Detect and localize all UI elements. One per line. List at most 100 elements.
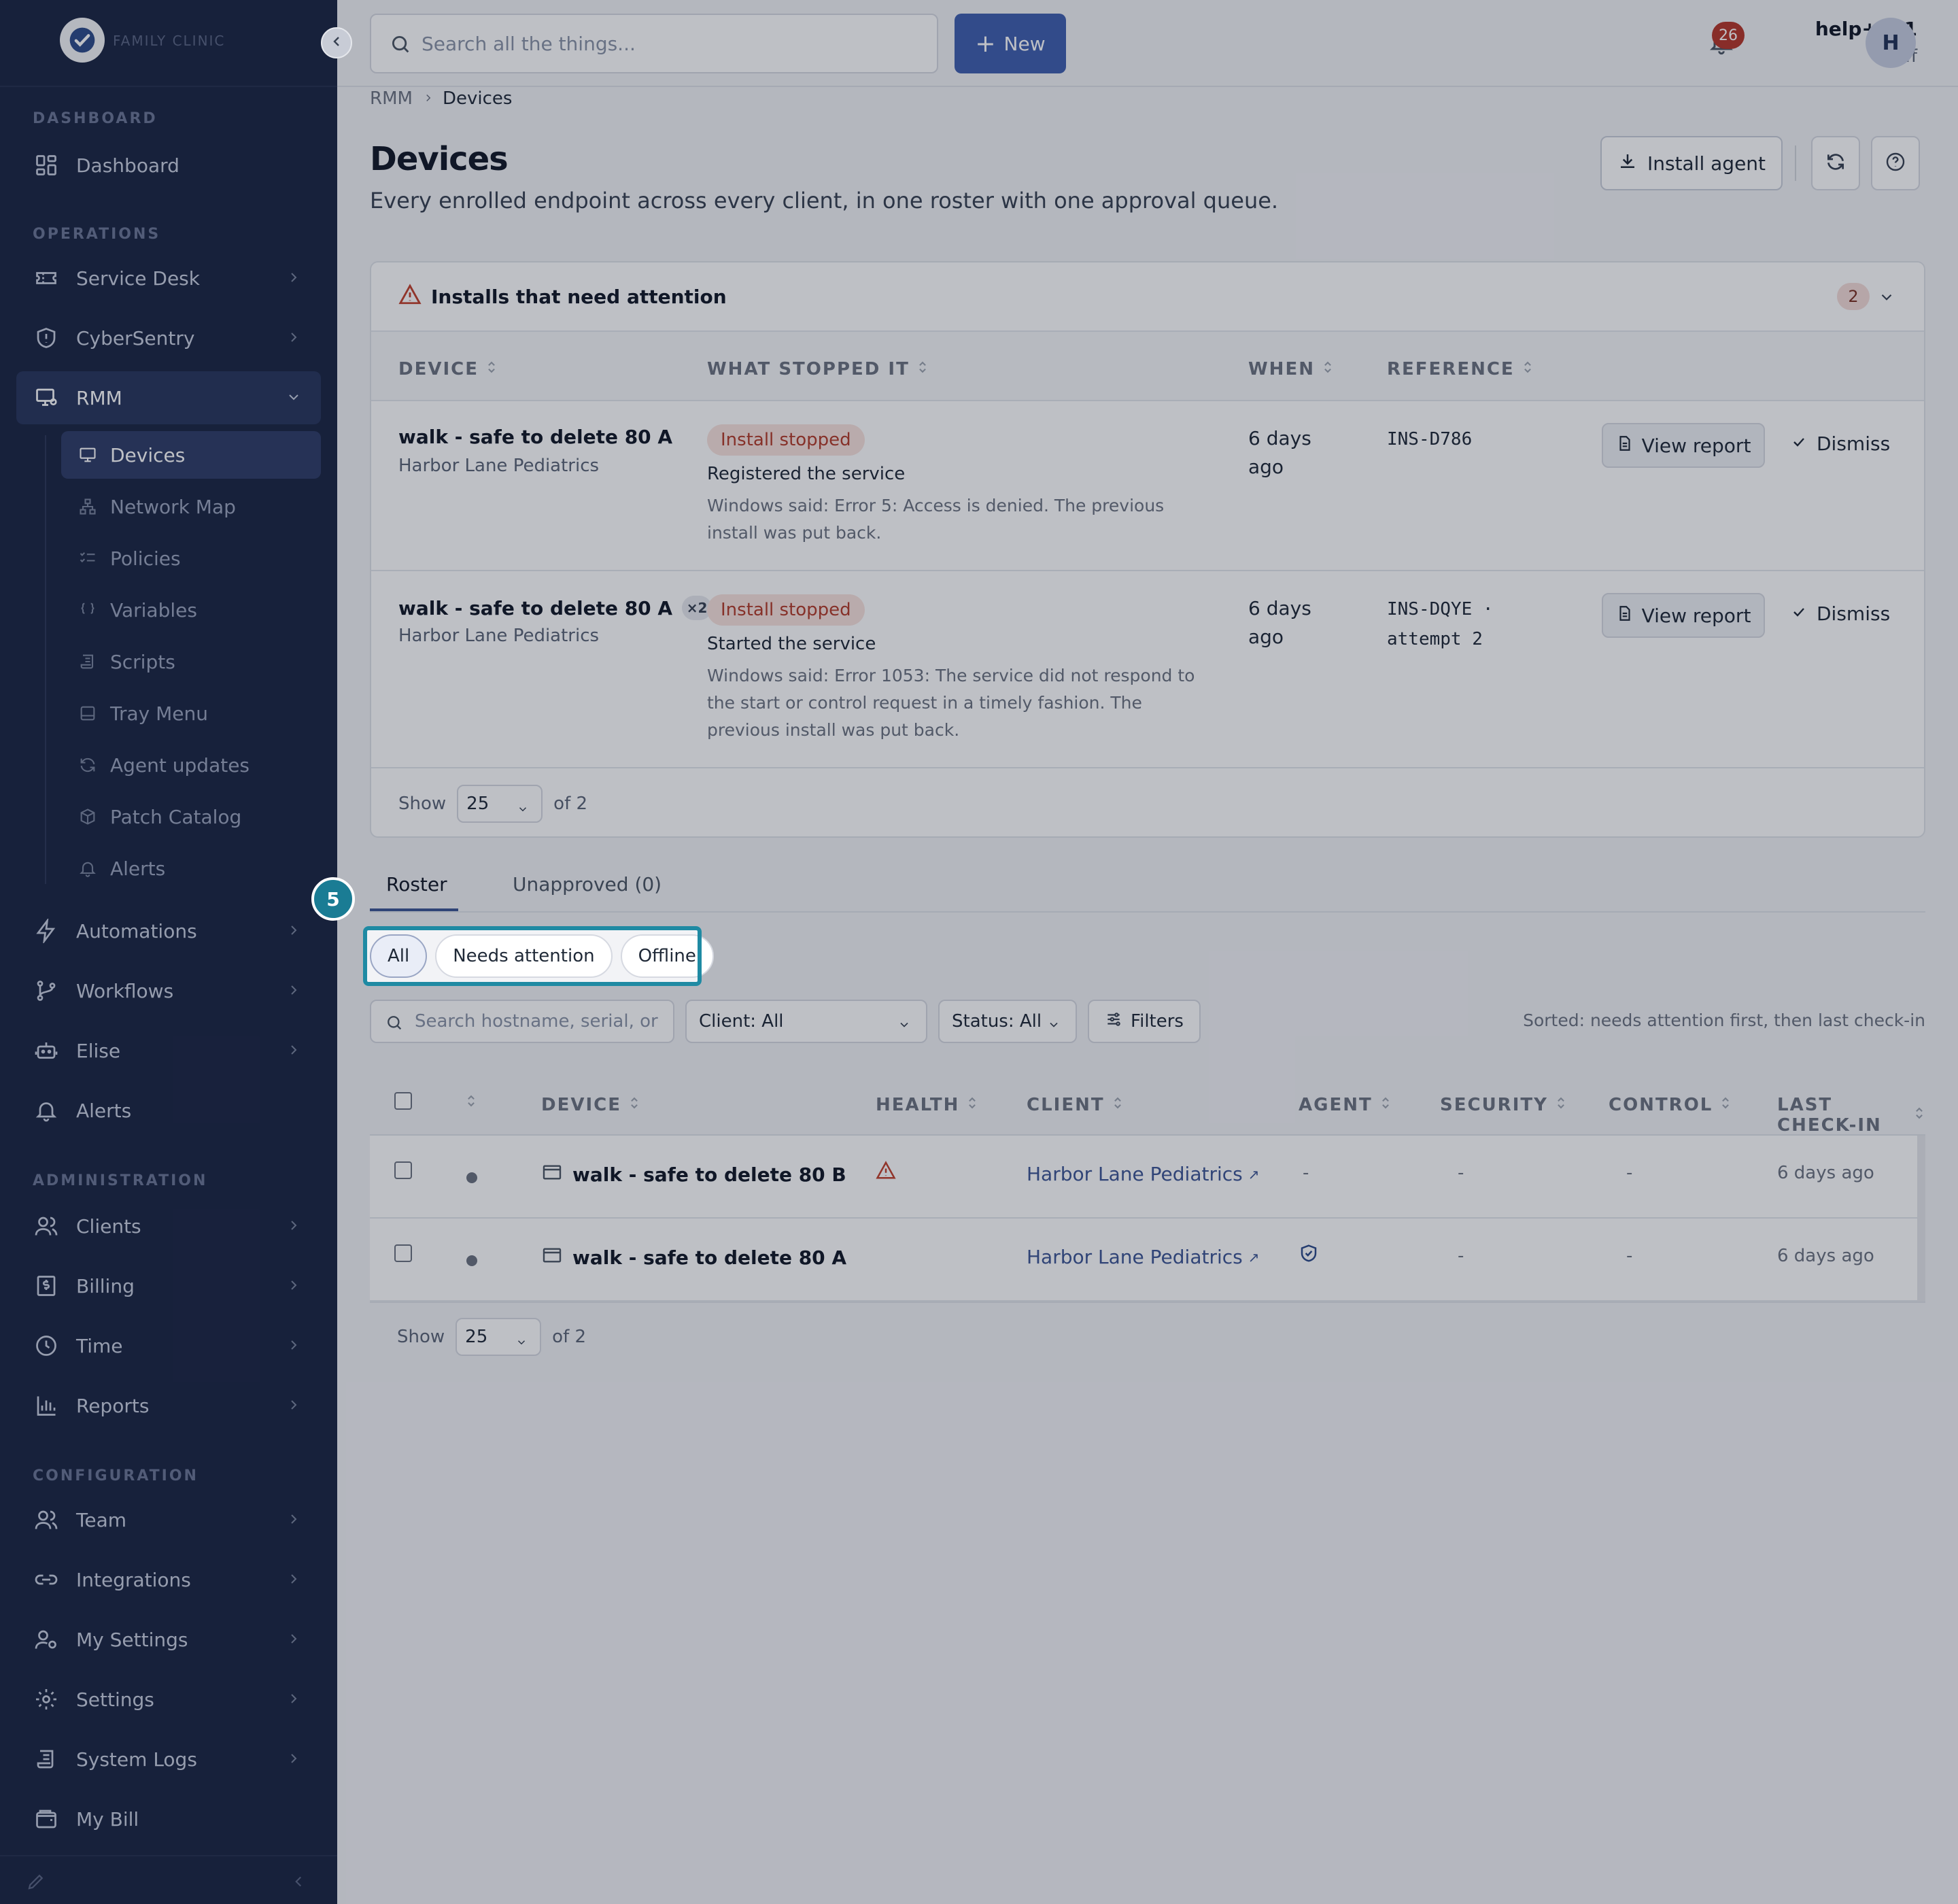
device-link[interactable]: walk - safe to delete 80 A: [541, 1244, 846, 1271]
sidebar-item-my-bill[interactable]: My Bill: [16, 1792, 321, 1846]
sidebar-item-my-settings[interactable]: My Settings: [16, 1613, 321, 1666]
client-filter-select[interactable]: Client: All: [685, 1000, 927, 1043]
tab-roster[interactable]: Roster: [386, 873, 447, 896]
braces-icon: [78, 600, 98, 620]
sort-icon: [1913, 1105, 1925, 1125]
status-filter-select[interactable]: Status: All: [938, 1000, 1077, 1043]
chevron-down-icon[interactable]: [1878, 288, 1895, 309]
attention-card-header[interactable]: Installs that need attention: [371, 262, 1924, 330]
global-search-input[interactable]: Search all the things...: [370, 14, 938, 73]
sort-icon[interactable]: [465, 1093, 477, 1111]
sidebar-item-workflows[interactable]: Workflows: [16, 964, 321, 1017]
client-link[interactable]: Harbor Lane Pediatrics ↗: [1027, 1246, 1260, 1268]
view-report-button[interactable]: View report: [1602, 593, 1765, 638]
chevron-right-icon: [286, 328, 302, 350]
external-link-icon: ↗: [1248, 1248, 1260, 1265]
column-header-device[interactable]: DEVICE: [541, 1095, 640, 1115]
logo[interactable]: [60, 18, 105, 63]
column-header-control[interactable]: CONTROL: [1609, 1095, 1732, 1115]
sidebar-item-settings[interactable]: Settings: [16, 1673, 321, 1726]
dismiss-button[interactable]: Dismiss: [1791, 602, 1890, 625]
sidebar-subitem-label: Devices: [110, 443, 186, 466]
column-label: REFERENCE: [1387, 359, 1515, 379]
sidebar-subitem-agent-updates[interactable]: Agent updates: [61, 741, 321, 789]
sidebar-item-alerts[interactable]: Alerts: [16, 1084, 321, 1137]
sidebar-item-clients[interactable]: Clients: [16, 1200, 321, 1253]
sidebar-item-label: Team: [76, 1508, 127, 1531]
sidebar-item-system-logs[interactable]: System Logs: [16, 1733, 321, 1786]
sidebar-collapse-button[interactable]: [321, 27, 352, 58]
status-badge: Install stopped: [707, 424, 865, 456]
breadcrumb-rmm[interactable]: RMM: [370, 88, 413, 109]
page-size-select[interactable]: 25: [457, 785, 543, 823]
column-header-reference[interactable]: REFERENCE: [1387, 359, 1534, 379]
sidebar-subitem-alerts[interactable]: Alerts: [61, 845, 321, 892]
sort-icon: [1719, 1095, 1732, 1115]
search-icon: [389, 33, 412, 61]
sidebar-subitem-scripts[interactable]: Scripts: [61, 638, 321, 685]
device-name-group[interactable]: walk - safe to delete 80 A ×2: [398, 596, 712, 620]
sidebar-subitem-variables[interactable]: Variables: [61, 586, 321, 634]
roster-search-input[interactable]: Search hostname, serial, or: [370, 1000, 674, 1043]
chevron-right-icon: [286, 1749, 302, 1771]
sort-icon: [1112, 1095, 1124, 1115]
sidebar-item-time[interactable]: Time: [16, 1319, 321, 1372]
install-agent-label: Install agent: [1647, 152, 1766, 175]
column-label: AGENT: [1299, 1095, 1373, 1115]
sidebar-item-label: Elise: [76, 1039, 121, 1062]
filters-button[interactable]: Filters: [1088, 1000, 1201, 1043]
row-checkbox[interactable]: [394, 1244, 412, 1262]
sidebar-item-service-desk[interactable]: Service Desk: [16, 252, 321, 305]
collapse-left-icon[interactable]: [290, 1873, 307, 1893]
security-value: -: [1458, 1246, 1464, 1266]
device-link[interactable]: walk - safe to delete 80 B: [541, 1161, 846, 1188]
sidebar-item-rmm[interactable]: RMM: [16, 371, 321, 424]
help-button[interactable]: [1871, 136, 1920, 190]
pencil-icon[interactable]: [26, 1871, 46, 1894]
tab-unapproved[interactable]: Unapproved (0): [513, 873, 662, 896]
client-link[interactable]: Harbor Lane Pediatrics ↗: [1027, 1163, 1260, 1185]
sidebar-subitem-policies[interactable]: Policies: [61, 534, 321, 582]
column-header-client[interactable]: CLIENT: [1027, 1095, 1124, 1115]
active-tab-underline: [370, 908, 458, 911]
sidebar-item-reports[interactable]: Reports: [16, 1379, 321, 1432]
page-size-select[interactable]: 25: [456, 1318, 542, 1356]
sidebar-item-elise[interactable]: Elise: [16, 1024, 321, 1077]
install-agent-button[interactable]: Install agent: [1600, 136, 1783, 190]
column-header-health[interactable]: HEALTH: [876, 1095, 978, 1115]
sidebar-subitem-tray-menu[interactable]: Tray Menu: [61, 690, 321, 737]
sort-description: Sorted: needs attention first, then last…: [1523, 1010, 1925, 1030]
row-checkbox[interactable]: [394, 1161, 412, 1179]
sidebar-subitem-devices[interactable]: Devices: [61, 431, 321, 479]
sidebar-item-team[interactable]: Team: [16, 1493, 321, 1546]
new-button[interactable]: + New: [955, 14, 1066, 73]
sidebar-item-billing[interactable]: Billing: [16, 1259, 321, 1312]
refresh-button[interactable]: [1811, 136, 1860, 190]
column-header-security[interactable]: SECURITY: [1440, 1095, 1567, 1115]
table-row[interactable]: walk - safe to delete 80 B Harbor Lane P…: [370, 1136, 1925, 1219]
column-header-when[interactable]: WHEN: [1248, 359, 1334, 379]
sidebar-subitem-network-map[interactable]: Network Map: [61, 483, 321, 530]
column-header-device[interactable]: DEVICE: [398, 359, 498, 379]
roster-search-placeholder: Search hostname, serial, or: [415, 1011, 658, 1032]
column-header-what-stopped[interactable]: WHAT STOPPED IT: [707, 359, 929, 379]
sidebar-item-automations[interactable]: Automations: [16, 904, 321, 957]
sidebar-subitem-patch-catalog[interactable]: Patch Catalog: [61, 793, 321, 840]
column-header-last-check-in[interactable]: LAST CHECK-IN: [1777, 1095, 1925, 1136]
table-row[interactable]: walk - safe to delete 80 A Harbor Lane P…: [370, 1219, 1925, 1302]
avatar[interactable]: H: [1866, 18, 1916, 68]
sidebar-item-dashboard[interactable]: Dashboard: [16, 139, 321, 192]
pager-show-label: Show: [397, 1327, 445, 1347]
sidebar-item-cybersentry[interactable]: CyberSentry: [16, 311, 321, 364]
device-name[interactable]: walk - safe to delete 80 A: [398, 426, 672, 448]
view-report-button[interactable]: View report: [1602, 423, 1765, 468]
shield-check-icon: [1299, 1243, 1319, 1266]
sort-icon: [1379, 1095, 1392, 1115]
refresh-icon: [1825, 151, 1847, 175]
horizontal-scroll-indicator[interactable]: [1917, 1136, 1925, 1302]
sidebar-item-integrations[interactable]: Integrations: [16, 1553, 321, 1606]
select-all-checkbox[interactable]: [394, 1092, 412, 1110]
grid-icon: [33, 152, 60, 179]
column-header-agent[interactable]: AGENT: [1299, 1095, 1392, 1115]
dismiss-button[interactable]: Dismiss: [1791, 432, 1890, 455]
